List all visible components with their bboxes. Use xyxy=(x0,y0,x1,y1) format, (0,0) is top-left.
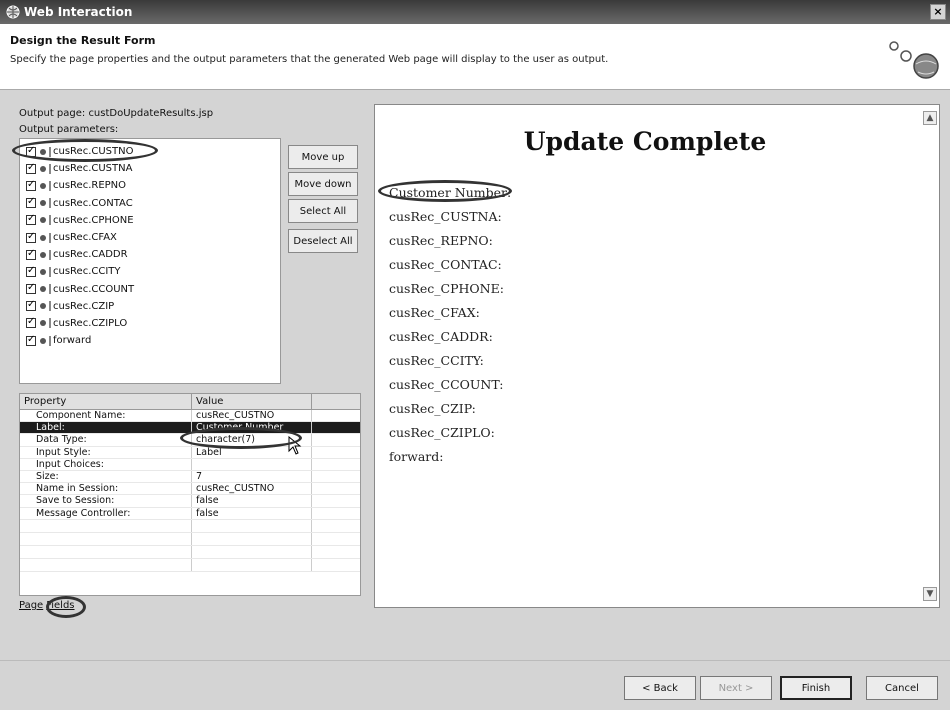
separator xyxy=(49,215,51,226)
table-row[interactable]: Message Controller: false xyxy=(20,507,360,520)
field-icon xyxy=(40,217,46,224)
preview-field: cusRec_CCOUNT: xyxy=(389,377,504,392)
field-icon xyxy=(40,182,46,189)
list-item[interactable]: cusRec.CZIPLO xyxy=(20,315,280,332)
table-row-empty xyxy=(20,558,360,572)
checkbox[interactable] xyxy=(26,213,36,226)
list-item[interactable]: cusRec.CONTAC xyxy=(20,195,280,212)
table-row-empty xyxy=(20,532,360,546)
separator xyxy=(49,266,51,277)
separator xyxy=(49,163,51,174)
highlight-oval xyxy=(12,139,158,162)
table-row[interactable]: Save to Session: false xyxy=(20,495,360,508)
footer-divider xyxy=(0,660,950,661)
list-item[interactable]: cusRec.CCOUNT xyxy=(20,281,280,298)
preview-field: cusRec_CUSTNA: xyxy=(389,209,502,224)
field-icon xyxy=(40,286,46,293)
field-icon xyxy=(40,303,46,310)
next-button[interactable]: Next > xyxy=(700,676,772,700)
field-icon xyxy=(40,251,46,258)
property-table: Property Value Component Name: cusRec_CUS… xyxy=(19,393,361,596)
table-row[interactable]: Component Name: cusRec_CUSTNO xyxy=(20,410,360,423)
separator xyxy=(49,180,51,191)
move-down-button[interactable]: Move down xyxy=(288,172,358,196)
preview-field: cusRec_CADDR: xyxy=(389,329,493,344)
separator xyxy=(49,249,51,260)
page-description: Specify the page properties and the outp… xyxy=(10,54,609,65)
list-item[interactable]: cusRec.CUSTNA xyxy=(20,160,280,177)
highlight-oval xyxy=(46,596,86,618)
separator xyxy=(49,284,51,295)
preview-field: forward: xyxy=(389,449,444,464)
separator xyxy=(49,301,51,312)
output-parameters-label: Output parameters: xyxy=(19,124,119,135)
field-icon xyxy=(40,320,46,327)
field-icon xyxy=(40,165,46,172)
checkbox[interactable] xyxy=(26,196,36,209)
output-page-label: Output page: custDoUpdateResults.jsp xyxy=(19,108,214,119)
value-column-header[interactable]: Value xyxy=(192,394,312,409)
cancel-button[interactable]: Cancel xyxy=(866,676,938,700)
select-all-button[interactable]: Select All xyxy=(288,199,358,223)
list-item[interactable]: cusRec.CFAX xyxy=(20,229,280,246)
checkbox[interactable] xyxy=(26,334,36,346)
checkbox[interactable] xyxy=(26,299,36,312)
list-item[interactable]: cusRec.CPHONE xyxy=(20,212,280,229)
table-row[interactable]: Size: 7 xyxy=(20,470,360,484)
checkbox[interactable] xyxy=(26,265,36,277)
table-row-empty xyxy=(20,519,360,533)
scroll-up-arrow-icon[interactable]: ▲ xyxy=(923,111,937,125)
tab-page[interactable]: Page xyxy=(19,600,43,611)
checkbox[interactable] xyxy=(26,316,36,329)
checkbox[interactable] xyxy=(26,248,36,260)
preview-field: cusRec_CCITY: xyxy=(389,353,484,368)
separator xyxy=(49,198,51,209)
wizard-header: Design the Result Form Specify the page … xyxy=(0,24,950,90)
output-parameters-list: cusRec.CUSTNO cusRec.CUSTNA cusRec.REPNO… xyxy=(19,138,281,384)
preview-heading: Update Complete xyxy=(523,127,767,156)
scroll-down-arrow-icon[interactable]: ▼ xyxy=(923,587,937,601)
preview-field: cusRec_CPHONE: xyxy=(389,281,504,296)
preview-field: cusRec_CFAX: xyxy=(389,305,480,320)
field-icon xyxy=(40,337,46,344)
table-row[interactable]: Input Choices: xyxy=(20,458,360,471)
table-row[interactable]: Name in Session: cusRec_CUSTNO xyxy=(20,483,360,496)
deselect-all-button[interactable]: Deselect All xyxy=(288,229,358,253)
table-header: Property Value xyxy=(20,394,360,410)
checkbox[interactable] xyxy=(26,162,36,174)
highlight-oval xyxy=(378,180,512,202)
preview-field: cusRec_CZIP: xyxy=(389,401,476,416)
list-item[interactable]: cusRec.REPNO xyxy=(20,177,280,194)
separator xyxy=(49,318,51,329)
globe-icon xyxy=(6,5,20,19)
close-button[interactable]: × xyxy=(930,4,946,20)
move-up-button[interactable]: Move up xyxy=(288,145,358,169)
highlight-oval xyxy=(180,427,302,449)
empty-column-header xyxy=(312,394,360,409)
preview-field: cusRec_REPNO: xyxy=(389,233,493,248)
list-item[interactable]: cusRec.CZIP xyxy=(20,298,280,315)
field-icon xyxy=(40,200,46,207)
list-item[interactable]: forward xyxy=(20,332,280,349)
table-row[interactable]: Input Style: Label xyxy=(20,446,360,459)
preview-field: cusRec_CONTAC: xyxy=(389,257,502,272)
wizard-banner-icon xyxy=(889,41,939,79)
list-item[interactable]: cusRec.CADDR xyxy=(20,246,280,263)
separator xyxy=(49,232,51,243)
window-title: Web Interaction xyxy=(24,5,133,19)
checkbox[interactable] xyxy=(26,282,36,295)
separator xyxy=(49,335,51,346)
field-icon xyxy=(40,234,46,241)
checkbox[interactable] xyxy=(26,179,36,191)
title-bar: Web Interaction × xyxy=(0,0,950,24)
page-title: Design the Result Form xyxy=(10,34,156,47)
checkbox[interactable] xyxy=(26,231,36,243)
field-icon xyxy=(40,268,46,275)
property-column-header[interactable]: Property xyxy=(20,394,192,409)
back-button[interactable]: < Back xyxy=(624,676,696,700)
preview-field: cusRec_CZIPLO: xyxy=(389,425,495,440)
table-row-empty xyxy=(20,545,360,559)
finish-button[interactable]: Finish xyxy=(780,676,852,700)
list-item[interactable]: cusRec.CCITY xyxy=(20,263,280,280)
